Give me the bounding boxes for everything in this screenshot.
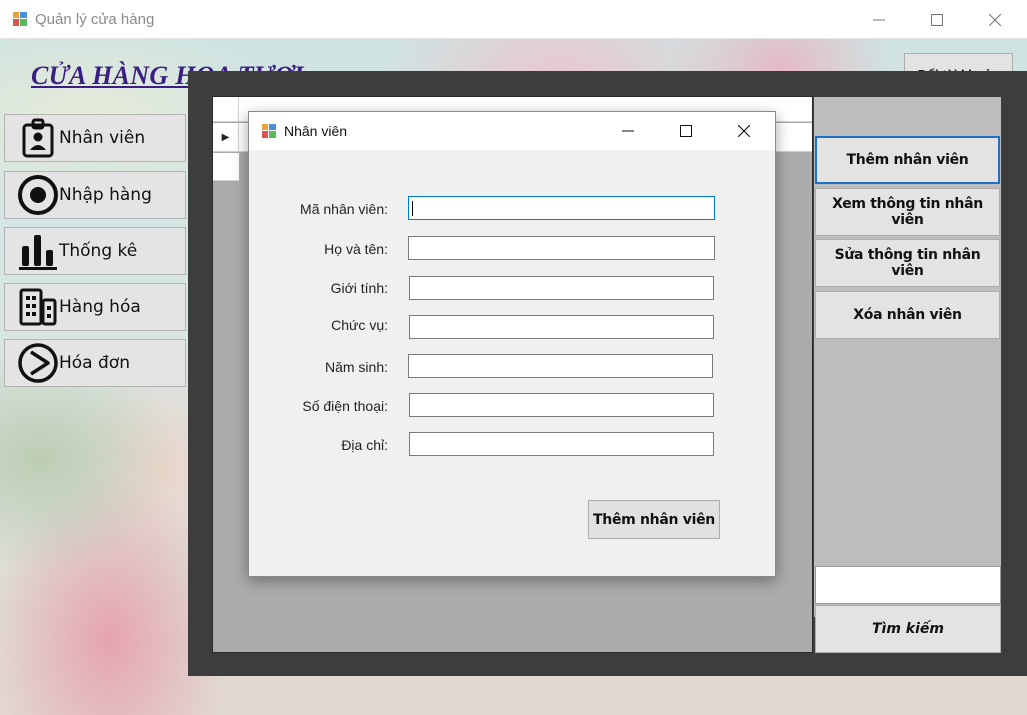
minimize-icon	[622, 130, 634, 132]
address-label: Địa chỉ:	[341, 437, 388, 453]
edit-employee-button[interactable]: Sửa thông tin nhân viên	[815, 239, 1000, 287]
app-window-icon	[262, 124, 276, 138]
dialog-maximize-button[interactable]	[657, 112, 715, 150]
minimize-button[interactable]	[850, 0, 908, 39]
sidebar-item-label: Hóa đơn	[59, 353, 130, 373]
pie-chart-icon	[17, 342, 59, 384]
close-icon	[738, 125, 750, 137]
dialog-title: Nhân viên	[284, 123, 348, 139]
minimize-icon	[873, 19, 885, 20]
dialog-close-button[interactable]	[715, 112, 773, 150]
employee-badge-icon	[17, 117, 59, 159]
sidebar-item-import[interactable]: Nhập hàng	[4, 171, 186, 219]
gender-field[interactable]	[409, 276, 714, 300]
target-icon	[17, 174, 59, 216]
maximize-icon	[680, 125, 692, 137]
dialog-minimize-button[interactable]	[599, 112, 657, 150]
dialog-titlebar: Nhân viên	[249, 112, 775, 150]
sidebar-item-statistics[interactable]: Thống kê	[4, 227, 186, 275]
main-titlebar: Quản lý cửa hàng	[0, 0, 1027, 39]
sidebar-item-products[interactable]: Hàng hóa	[4, 283, 186, 331]
maximize-icon	[931, 13, 943, 26]
full-name-field[interactable]	[408, 236, 715, 260]
table-row-header[interactable]	[213, 153, 239, 181]
app-window-icon	[13, 12, 27, 26]
employee-id-label: Mã nhân viên:	[300, 201, 388, 217]
gender-label: Giới tính:	[330, 280, 388, 296]
phone-label: Số điện thoại:	[302, 398, 388, 414]
bar-chart-icon	[17, 230, 59, 272]
sidebar-item-label: Nhập hàng	[59, 185, 152, 205]
row-selector-icon[interactable]: ▶	[213, 123, 239, 151]
birth-year-label: Năm sinh:	[324, 359, 388, 375]
sidebar-item-label: Nhân viên	[59, 128, 146, 148]
employee-id-field[interactable]	[408, 196, 715, 220]
add-employee-button[interactable]: Thêm nhân viên	[815, 136, 1000, 184]
sidebar-item-label: Hàng hóa	[59, 297, 141, 317]
dialog-add-employee-button[interactable]: Thêm nhân viên	[588, 500, 720, 539]
search-button[interactable]: Tìm kiếm	[815, 605, 1001, 653]
maximize-button[interactable]	[908, 0, 966, 39]
buildings-icon	[17, 286, 59, 328]
grid-corner-cell	[213, 97, 239, 121]
position-field[interactable]	[409, 315, 714, 339]
delete-employee-button[interactable]: Xóa nhân viên	[815, 291, 1000, 339]
window-title: Quản lý cửa hàng	[35, 11, 155, 28]
address-field[interactable]	[409, 432, 714, 456]
sidebar-item-invoices[interactable]: Hóa đơn	[4, 339, 186, 387]
birth-year-field[interactable]	[408, 354, 713, 378]
text-caret	[412, 201, 413, 216]
view-employee-button[interactable]: Xem thông tin nhân viên	[815, 188, 1000, 236]
employee-dialog: Nhân viên Mã nhân viên: Họ và tên: Giới …	[248, 111, 776, 577]
close-icon	[989, 13, 1001, 26]
position-label: Chức vụ:	[331, 317, 388, 333]
close-button[interactable]	[966, 0, 1024, 39]
sidebar-item-employees[interactable]: Nhân viên	[4, 114, 186, 162]
full-name-label: Họ và tên:	[324, 241, 388, 257]
search-input[interactable]	[815, 566, 1001, 604]
sidebar-item-label: Thống kê	[59, 241, 138, 261]
phone-field[interactable]	[409, 393, 714, 417]
